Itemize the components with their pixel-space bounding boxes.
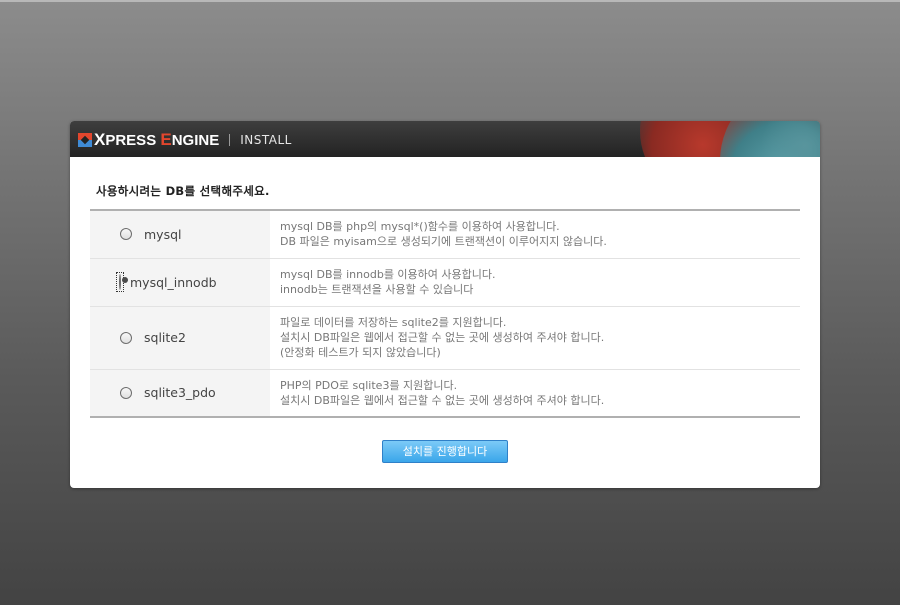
radio-mysql-innodb[interactable] (119, 274, 121, 290)
radio-mysql[interactable] (120, 228, 132, 241)
db-options-table: mysql mysql DB를 php의 mysql*()함수를 이용하여 사용… (90, 209, 800, 418)
db-option-mysql[interactable]: mysql (90, 210, 270, 259)
description-line: DB 파일은 myisam으로 생성되기에 트랜잭션이 이루어지지 않습니다. (280, 235, 607, 249)
option-description: mysql DB를 php의 mysql*()함수를 이용하여 사용합니다. D… (270, 210, 800, 259)
radio-sqlite2[interactable] (120, 331, 132, 344)
focus-ring (116, 272, 124, 292)
option-label: sqlite2 (144, 330, 186, 345)
db-option-sqlite2[interactable]: sqlite2 (90, 306, 270, 370)
logo-text: XPRESS ENGINE (94, 129, 220, 149)
option-label: sqlite3_pdo (144, 385, 216, 401)
description-line: innodb는 트랜잭션을 사용할 수 있습니다 (280, 283, 474, 296)
description-line: mysql DB를 php의 mysql*()함수를 이용하여 사용합니다. (280, 220, 560, 234)
radio-sqlite3-pdo[interactable] (120, 386, 132, 399)
description-line: 설치시 DB파일은 웹에서 접근할 수 없는 곳에 생성하여 주셔야 합니다. (280, 393, 605, 407)
install-label: INSTALL (240, 133, 292, 147)
description-line: (안정화 테스트가 되지 않았습니다) (280, 346, 441, 359)
description-line: 설치시 DB파일은 웹에서 접근할 수 없는 곳에 생성하여 주셔야 합니다. (280, 331, 605, 344)
db-option-row: sqlite3_pdo PHP의 PDO로 sqlite3를 지원합니다. 설치… (90, 369, 800, 417)
db-option-row: sqlite2 파일로 데이터를 저장하는 sqlite2를 지원합니다. 설치… (90, 306, 800, 370)
db-option-mysql-innodb[interactable]: mysql_innodb (90, 258, 270, 307)
option-description: PHP의 PDO로 sqlite3를 지원합니다. 설치시 DB파일은 웹에서 … (270, 369, 800, 417)
button-row: 설치를 진행합니다 (70, 440, 820, 463)
install-header: XPRESS ENGINE INSTALL (70, 121, 820, 157)
top-border (0, 0, 900, 2)
proceed-install-button[interactable]: 설치를 진행합니다 (382, 440, 508, 463)
description-line: 파일로 데이터를 저장하는 sqlite2를 지원합니다. (280, 316, 507, 329)
option-label: mysql_innodb (130, 274, 217, 290)
db-option-row: mysql_innodb mysql DB를 innodb를 이용하여 사용합니… (90, 258, 800, 307)
db-select-prompt: 사용하시려는 DB를 선택해주세요. (96, 184, 270, 198)
xe-logo: XPRESS ENGINE INSTALL (78, 129, 292, 149)
db-option-row: mysql mysql DB를 php의 mysql*()함수를 이용하여 사용… (90, 210, 800, 259)
logo-divider (229, 134, 231, 146)
option-description: mysql DB를 innodb를 이용하여 사용합니다. innodb는 트랜… (270, 258, 800, 307)
option-description: 파일로 데이터를 저장하는 sqlite2를 지원합니다. 설치시 DB파일은 … (270, 306, 800, 370)
description-line: PHP의 PDO로 sqlite3를 지원합니다. (280, 378, 458, 392)
header-decoration (760, 121, 820, 157)
option-label: mysql (144, 226, 182, 242)
description-line: mysql DB를 innodb를 이용하여 사용합니다. (280, 268, 496, 281)
db-option-sqlite3-pdo[interactable]: sqlite3_pdo (90, 369, 270, 417)
xe-logo-icon (78, 133, 92, 147)
install-panel: XPRESS ENGINE INSTALL 사용하시려는 DB를 선택해주세요.… (70, 121, 820, 488)
